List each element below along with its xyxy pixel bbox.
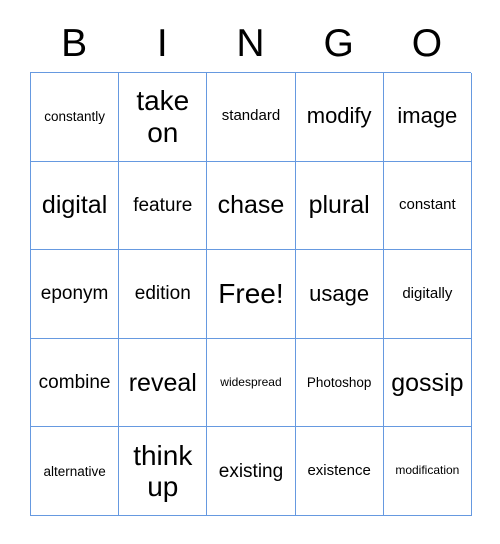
bingo-cell-r2c1[interactable]: digital [31, 161, 120, 251]
bingo-cell-r4c4[interactable]: Photoshop [295, 338, 384, 428]
bingo-cell-r4c1[interactable]: combine [31, 338, 120, 428]
bingo-cell-free-space[interactable]: Free! [207, 250, 296, 339]
header-letter-n: N [236, 21, 265, 65]
bingo-cell-label: Photoshop [306, 375, 372, 391]
bingo-cell-label: constantly [44, 109, 105, 125]
header-letter-b: B [61, 21, 88, 65]
bingo-cell-r5c2[interactable]: think up [119, 427, 208, 516]
bingo-cell-label: constant [398, 195, 456, 213]
bingo-cell-label: think up [133, 439, 193, 503]
bingo-cell-r3c2[interactable]: edition [119, 250, 208, 339]
bingo-cell-r3c1[interactable]: eponym [31, 250, 120, 339]
bingo-cell-label: digitally [402, 284, 453, 302]
bingo-cell-r2c3[interactable]: chase [207, 161, 296, 251]
bingo-cell-r1c4[interactable]: modify [295, 73, 384, 162]
bingo-cell-r2c5[interactable]: constant [383, 161, 472, 251]
bingo-cell-label: gossip [391, 368, 464, 397]
bingo-cell-label: modify [306, 103, 372, 129]
bingo-cell-label: take on [136, 85, 190, 148]
bingo-cell-r4c2[interactable]: reveal [119, 338, 208, 428]
bingo-cell-label: edition [134, 283, 191, 305]
bingo-cell-label: feature [133, 194, 193, 216]
bingo-cell-r2c4[interactable]: plural [295, 161, 384, 251]
bingo-cell-r3c4[interactable]: usage [295, 250, 384, 339]
bingo-cell-label: plural [308, 191, 370, 220]
bingo-cell-label: widespread [220, 374, 282, 389]
bingo-cell-label: reveal [128, 368, 197, 397]
bingo-cell-label: digital [41, 191, 108, 220]
bingo-cell-label: image [397, 103, 458, 129]
bingo-cell-label: modification [395, 463, 460, 478]
bingo-cell-r1c2[interactable]: take on [119, 73, 208, 162]
bingo-cell-label: usage [309, 280, 370, 306]
header-letter-i: I [156, 21, 168, 65]
bingo-header-row: B I N G O [30, 14, 471, 72]
bingo-cell-r3c5[interactable]: digitally [383, 250, 472, 339]
bingo-cell-r4c3[interactable]: widespread [207, 338, 296, 428]
bingo-cell-label: alternative [43, 463, 106, 479]
bingo-cell-label: existence [307, 461, 371, 479]
bingo-cell-r5c1[interactable]: alternative [31, 427, 120, 516]
bingo-cell-r1c3[interactable]: standard [207, 73, 296, 162]
bingo-card: B I N G O constantly take on standard mo… [30, 14, 472, 516]
bingo-cell-label: standard [221, 107, 281, 125]
bingo-grid: constantly take on standard modify image… [30, 72, 472, 516]
bingo-cell-r5c5[interactable]: modification [383, 427, 472, 516]
bingo-cell-r5c4[interactable]: existence [295, 427, 384, 516]
bingo-cell-label: eponym [40, 283, 109, 305]
header-letter-o: O [411, 21, 443, 65]
bingo-cell-label: combine [38, 371, 111, 393]
bingo-cell-label: existing [218, 460, 284, 482]
bingo-cell-r1c1[interactable]: constantly [31, 73, 120, 162]
bingo-cell-r5c3[interactable]: existing [207, 427, 296, 516]
bingo-cell-r1c5[interactable]: image [383, 73, 472, 162]
header-letter-g: G [323, 21, 354, 65]
bingo-cell-label: Free! [218, 278, 284, 310]
bingo-cell-r4c5[interactable]: gossip [383, 338, 472, 428]
bingo-cell-r2c2[interactable]: feature [119, 161, 208, 251]
bingo-cell-label: chase [217, 191, 285, 220]
